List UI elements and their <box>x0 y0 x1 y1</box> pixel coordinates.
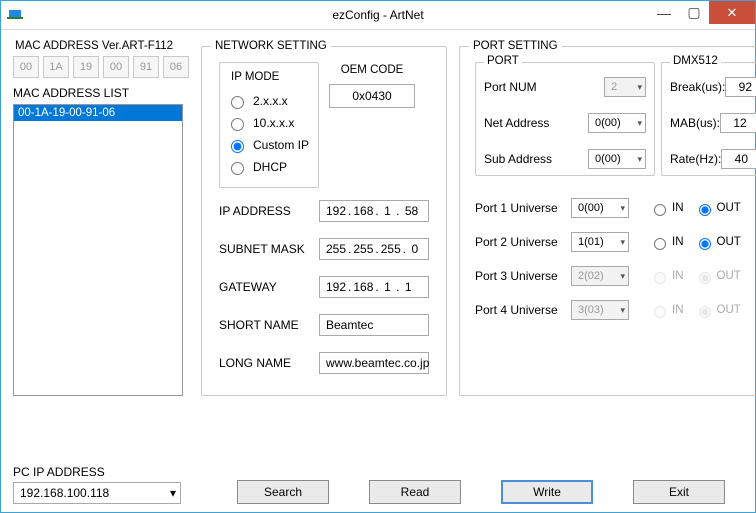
chevron-down-icon: ▾ <box>620 271 625 282</box>
ipmode-group: IP MODE 2.x.x.x 10.x.x.x Custom IP DHCP <box>219 62 319 188</box>
rate-input[interactable] <box>721 149 756 169</box>
port1-out-radio[interactable]: OUT <box>694 201 741 216</box>
dmx512-label: DMX512 <box>670 55 721 67</box>
chevron-down-icon: ▾ <box>637 118 642 129</box>
mac-byte-2[interactable]: 19 <box>73 56 99 78</box>
rate-label: Rate(Hz): <box>670 152 721 166</box>
net-address-select[interactable]: 0(00)▾ <box>588 113 646 133</box>
exit-button[interactable]: Exit <box>633 480 725 504</box>
port-num-label: Port NUM <box>484 80 568 94</box>
break-input[interactable] <box>725 77 756 97</box>
window-title: ezConfig - ArtNet <box>1 8 755 22</box>
longname-input[interactable]: www.beamtec.co.jp <box>319 352 429 374</box>
oem-code-value[interactable]: 0x0430 <box>329 84 415 108</box>
net-address-label: Net Address <box>484 116 568 130</box>
port3-in-radio: IN <box>649 269 684 284</box>
network-setting-group: NETWORK SETTING IP MODE 2.x.x.x 10.x.x.x… <box>201 40 447 396</box>
app-icon <box>1 1 29 30</box>
sub-address-label: Sub Address <box>484 152 568 166</box>
port2-universe-label: Port 2 Universe <box>475 235 571 249</box>
oem-code-label: OEM CODE <box>341 64 404 76</box>
mac-byte-3[interactable]: 00 <box>103 56 129 78</box>
ip-address-label: IP ADDRESS <box>219 204 311 218</box>
mab-label: MAB(us): <box>670 116 720 130</box>
shortname-input[interactable]: Beamtec <box>319 314 429 336</box>
dmx512-group: DMX512 Break(us): MAB(us): Rate(Hz): <box>661 62 756 176</box>
oem-code-block: OEM CODE 0x0430 <box>329 62 415 188</box>
universe-area: Port 1 Universe 0(00)▾ IN OUT Port 2 Uni… <box>469 182 756 336</box>
ip-address-input[interactable]: 192.168. 1 . 58 <box>319 200 429 222</box>
ipmode-option-dhcp[interactable]: DHCP <box>226 159 312 175</box>
port4-in-radio: IN <box>649 303 684 318</box>
ipmode-option-2x[interactable]: 2.x.x.x <box>226 93 312 109</box>
mac-byte-1[interactable]: 1A <box>43 56 69 78</box>
port-setting-group: PORT SETTING PORT Port NUM 2▾ Net Addres… <box>459 40 756 396</box>
subnet-label: SUBNET MASK <box>219 242 311 256</box>
gateway-label: GATEWAY <box>219 280 311 294</box>
mac-bytes: 00 1A 19 00 91 06 <box>13 56 189 78</box>
port4-universe-label: Port 4 Universe <box>475 303 571 317</box>
ipmode-option-10x[interactable]: 10.x.x.x <box>226 115 312 131</box>
port-subgroup-label: PORT <box>484 55 522 67</box>
title-bar: ezConfig - ArtNet — ▢ ✕ <box>1 1 755 30</box>
port2-universe-select[interactable]: 1(01)▾ <box>571 232 629 252</box>
mac-byte-0[interactable]: 00 <box>13 56 39 78</box>
maximize-button[interactable]: ▢ <box>679 1 709 24</box>
app-window: ezConfig - ArtNet — ▢ ✕ MAC ADDRESS Ver.… <box>0 0 756 513</box>
port4-universe-select: 3(03)▾ <box>571 300 629 320</box>
search-button[interactable]: Search <box>237 480 329 504</box>
read-button[interactable]: Read <box>369 480 461 504</box>
chevron-down-icon: ▾ <box>620 203 625 214</box>
mac-list-label: MAC ADDRESS LIST <box>13 86 189 100</box>
chevron-down-icon: ▾ <box>170 486 176 500</box>
subnet-input[interactable]: 255.255.255. 0 <box>319 238 429 260</box>
pc-ip-label: PC IP ADDRESS <box>13 465 181 479</box>
port3-out-radio: OUT <box>694 269 741 284</box>
port-legend: PORT SETTING <box>469 40 562 52</box>
port-subgroup: PORT Port NUM 2▾ Net Address 0(00)▾ Sub … <box>475 62 655 176</box>
chevron-down-icon: ▾ <box>637 154 642 165</box>
mac-byte-4[interactable]: 91 <box>133 56 159 78</box>
mab-input[interactable] <box>720 113 756 133</box>
port4-out-radio: OUT <box>694 303 741 318</box>
bottom-bar: PC IP ADDRESS 192.168.100.118▾ Search Re… <box>13 465 743 504</box>
chevron-down-icon: ▾ <box>620 305 625 316</box>
sub-address-select[interactable]: 0(00)▾ <box>588 149 646 169</box>
port1-universe-label: Port 1 Universe <box>475 201 571 215</box>
close-button[interactable]: ✕ <box>709 1 755 24</box>
port3-universe-label: Port 3 Universe <box>475 269 571 283</box>
shortname-label: SHORT NAME <box>219 318 311 332</box>
mac-version-label: MAC ADDRESS Ver.ART-F112 <box>15 40 189 52</box>
write-button[interactable]: Write <box>501 480 593 504</box>
port1-in-radio[interactable]: IN <box>649 201 684 216</box>
gateway-input[interactable]: 192.168. 1 . 1 <box>319 276 429 298</box>
pc-ip-select[interactable]: 192.168.100.118▾ <box>13 482 181 504</box>
mac-byte-5[interactable]: 06 <box>163 56 189 78</box>
port2-in-radio[interactable]: IN <box>649 235 684 250</box>
longname-label: LONG NAME <box>219 356 311 370</box>
chevron-down-icon: ▾ <box>620 237 625 248</box>
port1-universe-select[interactable]: 0(00)▾ <box>571 198 629 218</box>
break-label: Break(us): <box>670 80 725 94</box>
mac-address-list[interactable]: 00-1A-19-00-91-06 <box>13 104 183 396</box>
mac-column: MAC ADDRESS Ver.ART-F112 00 1A 19 00 91 … <box>13 40 189 396</box>
client-area: MAC ADDRESS Ver.ART-F112 00 1A 19 00 91 … <box>1 30 755 512</box>
port-num-select[interactable]: 2▾ <box>604 77 646 97</box>
port3-universe-select: 2(02)▾ <box>571 266 629 286</box>
chevron-down-icon: ▾ <box>637 82 642 93</box>
port2-out-radio[interactable]: OUT <box>694 235 741 250</box>
network-legend: NETWORK SETTING <box>211 40 331 52</box>
ipmode-label: IP MODE <box>228 71 282 83</box>
ipmode-option-custom[interactable]: Custom IP <box>226 137 312 153</box>
minimize-button[interactable]: — <box>649 1 679 24</box>
mac-list-item[interactable]: 00-1A-19-00-91-06 <box>14 105 182 121</box>
